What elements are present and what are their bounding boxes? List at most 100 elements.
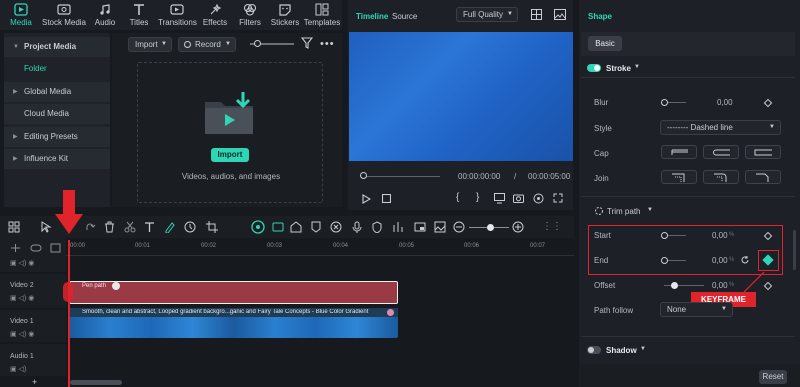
tab-stock-media[interactable]: Stock Media — [40, 0, 88, 30]
redo-icon[interactable] — [84, 221, 96, 233]
snapshot-image-icon[interactable] — [554, 9, 566, 20]
snapshot-icon[interactable] — [434, 221, 446, 233]
offset-slider[interactable] — [664, 285, 704, 286]
chevron-down-icon[interactable]: ▼ — [647, 207, 653, 213]
filter-icon[interactable] — [301, 37, 313, 49]
zoom-out-icon[interactable] — [453, 221, 465, 233]
tab-titles[interactable]: Titles — [122, 0, 156, 30]
layout-grid-icon[interactable] — [8, 221, 20, 233]
auto-sync-icon[interactable] — [330, 221, 342, 233]
zoom-slider-knob[interactable] — [254, 40, 261, 47]
join-round-button[interactable] — [703, 170, 739, 184]
display-settings-icon[interactable] — [494, 193, 505, 204]
reset-button[interactable]: Reset — [759, 370, 787, 384]
start-slider-knob[interactable] — [661, 232, 668, 239]
style-dropdown[interactable]: -------- Dashed line ▼ — [660, 120, 781, 135]
reset-keyframe-icon[interactable] — [740, 255, 750, 265]
track-controls[interactable]: ▣ ◁) ◉ — [10, 330, 34, 338]
voiceover-mic-icon[interactable] — [352, 221, 362, 233]
timeline-playhead[interactable] — [68, 240, 70, 387]
tab-media[interactable]: Media — [4, 0, 38, 30]
play-icon[interactable] — [362, 194, 371, 204]
cap-butt-button[interactable] — [661, 145, 697, 159]
sidebar-item-global-media[interactable]: ▶ Global Media — [4, 82, 110, 102]
sidebar-item-cloud-media[interactable]: Cloud Media — [4, 104, 110, 124]
join-bevel-button[interactable] — [745, 170, 781, 184]
cap-round-button[interactable] — [703, 145, 739, 159]
join-miter-button[interactable] — [661, 170, 697, 184]
playhead-knob[interactable] — [360, 172, 367, 179]
ai-tool-icon[interactable] — [251, 220, 265, 234]
end-slider-knob[interactable] — [661, 257, 668, 264]
delete-icon[interactable] — [104, 221, 115, 233]
crop-icon[interactable] — [206, 221, 218, 233]
playback-scrubber[interactable] — [366, 176, 440, 177]
ruler-tick-label: 00:02 — [201, 243, 217, 249]
more-options-icon[interactable]: ••• — [320, 38, 335, 50]
stop-icon[interactable] — [382, 194, 391, 203]
blur-value[interactable]: 0,00 — [717, 98, 733, 107]
import-button[interactable]: Import — [211, 148, 249, 162]
link-icon[interactable] — [30, 243, 42, 253]
drag-handle-icon[interactable]: ⋮⋮ — [542, 221, 562, 232]
track-controls[interactable]: ▣ ◁) ◉ — [10, 259, 34, 267]
tab-source[interactable]: Source — [392, 12, 417, 21]
camera-snapshot-icon[interactable] — [513, 193, 524, 203]
sidebar-item-influence-kit[interactable]: ▶ Influence Kit — [4, 149, 110, 169]
select-tool-icon[interactable] — [40, 221, 52, 233]
chevron-down-icon[interactable]: ▼ — [634, 64, 640, 70]
grid-view-icon[interactable] — [531, 9, 542, 20]
tab-timeline-preview[interactable]: Timeline — [356, 12, 388, 21]
end-value[interactable]: 0,00 — [712, 256, 728, 265]
split-icon[interactable] — [124, 221, 136, 233]
tab-filters[interactable]: Filters — [233, 0, 267, 30]
stroke-label: Stroke — [606, 64, 631, 73]
speed-icon[interactable] — [184, 221, 196, 233]
blur-slider-knob[interactable] — [661, 99, 668, 106]
path-follow-dropdown[interactable]: None ▼ — [660, 302, 733, 317]
render-preview-icon[interactable] — [272, 221, 284, 233]
chevron-down-icon[interactable]: ▼ — [640, 346, 646, 352]
zoom-in-icon[interactable] — [512, 221, 524, 233]
audio-settings-icon[interactable] — [533, 193, 544, 204]
sidebar-item-editing-presets[interactable]: ▶ Editing Presets — [4, 127, 110, 147]
tab-stickers-label: Stickers — [270, 18, 300, 27]
record-dropdown[interactable]: Record ▼ — [178, 37, 236, 52]
tab-templates[interactable]: Templates — [302, 0, 342, 30]
start-value[interactable]: 0,00 — [712, 231, 728, 240]
panel-scrollbar[interactable] — [793, 230, 796, 270]
mark-in-icon[interactable]: { — [456, 192, 459, 203]
timeline-zoom-knob[interactable] — [487, 224, 494, 231]
quality-dropdown[interactable]: Full Quality ▼ — [456, 7, 518, 22]
offset-value[interactable]: 0,00 — [712, 281, 728, 290]
sidebar-item-folder[interactable]: Folder — [4, 59, 110, 79]
stroke-toggle[interactable] — [587, 64, 601, 72]
add-icon[interactable]: + — [32, 377, 37, 387]
text-tool-icon[interactable] — [144, 221, 156, 233]
tab-audio[interactable]: Audio — [88, 0, 122, 30]
audio-mix-icon[interactable] — [392, 221, 404, 233]
track-controls[interactable]: ▣ ◁) ◉ — [10, 294, 34, 302]
shield-icon[interactable] — [372, 221, 382, 233]
tab-stickers[interactable]: Stickers — [268, 0, 302, 30]
shadow-toggle[interactable] — [587, 346, 601, 354]
pen-path-icon[interactable] — [164, 221, 176, 233]
marker-icon[interactable] — [310, 221, 322, 233]
add-track-icon[interactable] — [10, 243, 21, 253]
timeline-scrollbar[interactable] — [70, 380, 122, 385]
offset-slider-knob[interactable] — [671, 282, 678, 289]
import-dropdown[interactable]: Import ▼ — [128, 37, 172, 52]
tab-effects[interactable]: Effects — [198, 0, 232, 30]
picture-in-picture-icon[interactable] — [414, 221, 426, 233]
tab-basic[interactable]: Basic — [588, 36, 622, 51]
fullscreen-icon[interactable] — [553, 193, 563, 203]
cap-square-button[interactable] — [745, 145, 781, 159]
track-settings-icon[interactable] — [50, 243, 61, 253]
track-controls[interactable]: ▣ ◁) — [10, 365, 26, 373]
tab-transitions[interactable]: Transitions — [158, 0, 197, 30]
video-preview[interactable] — [349, 32, 573, 161]
mark-out-icon[interactable]: } — [476, 192, 479, 203]
mark-icon[interactable] — [290, 221, 302, 233]
sidebar-item-project-media[interactable]: ▼ Project Media — [4, 37, 110, 57]
playhead-handle[interactable] — [63, 282, 73, 302]
